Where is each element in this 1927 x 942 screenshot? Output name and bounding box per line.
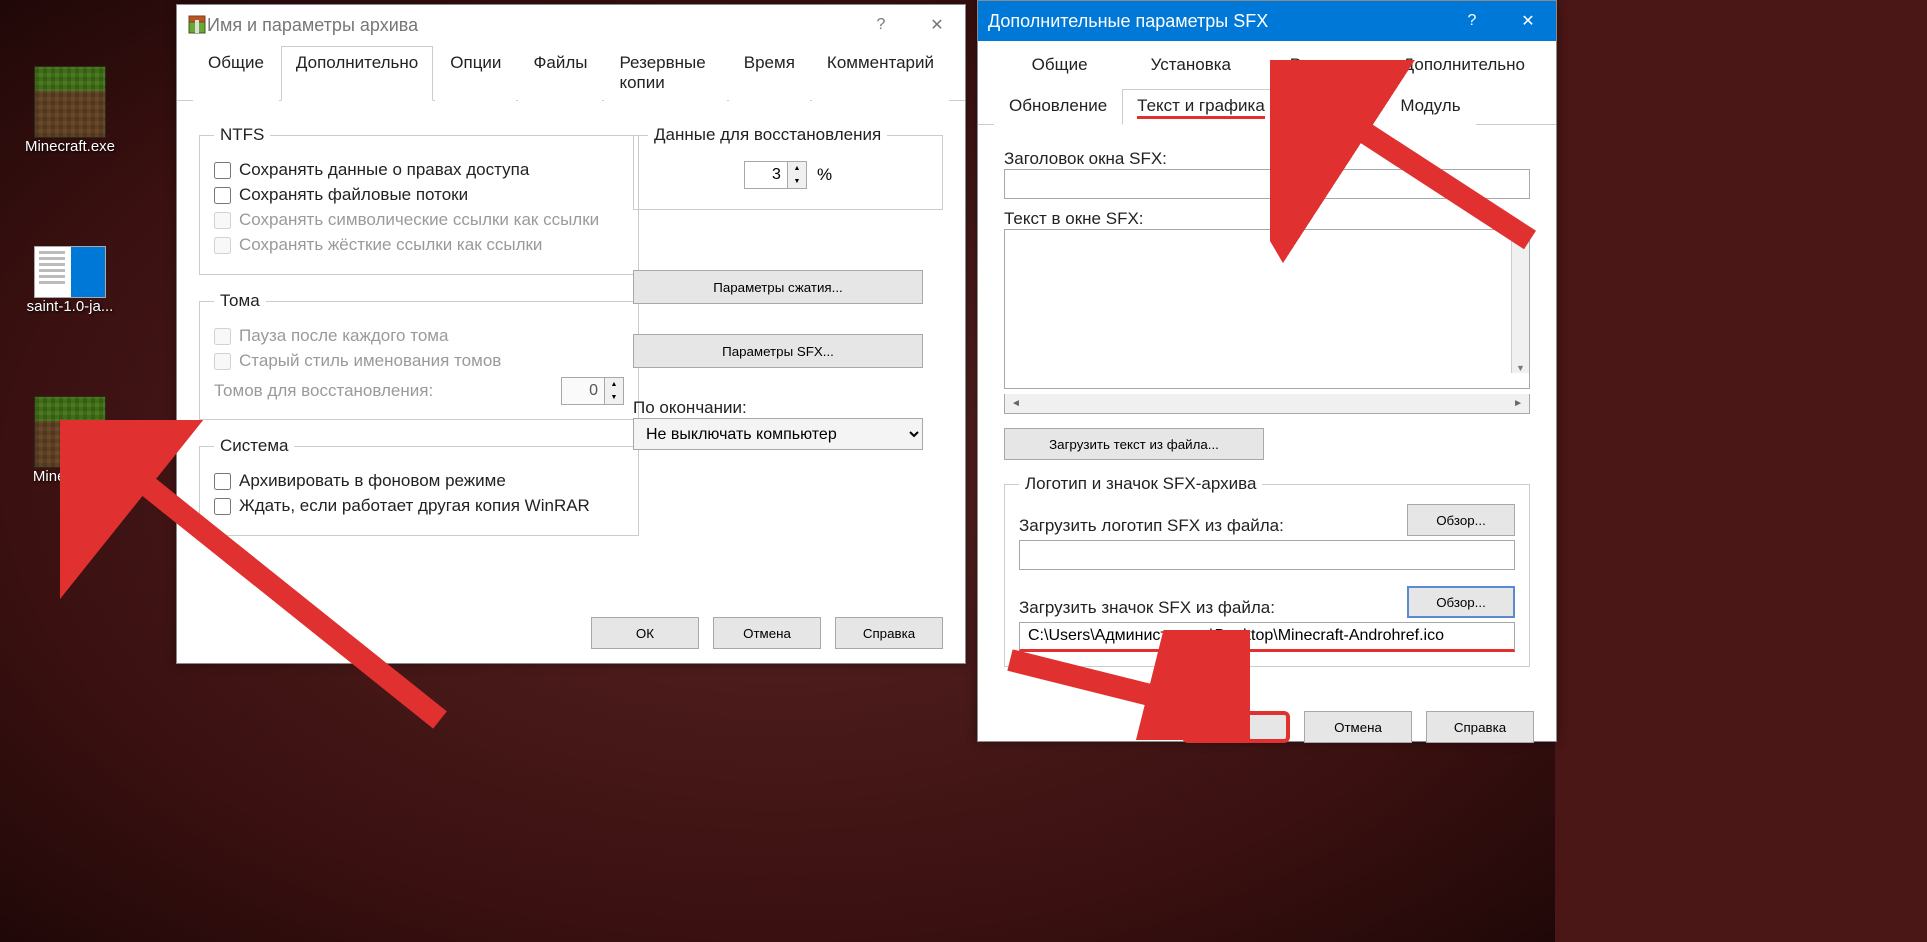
browse-logo-button[interactable]: Обзор... bbox=[1407, 504, 1515, 536]
minecraft-block-icon bbox=[34, 396, 106, 468]
volumes-legend: Тома bbox=[214, 291, 266, 311]
tab-sfx-module[interactable]: Модуль bbox=[1385, 89, 1475, 125]
horizontal-scrollbar[interactable]: ◄► bbox=[1004, 394, 1530, 414]
close-button[interactable]: ✕ bbox=[1500, 1, 1556, 41]
tab-sfx-update[interactable]: Обновление bbox=[994, 89, 1122, 125]
desktop-icon-minecraft-sfx[interactable]: Minecraft... bbox=[10, 396, 130, 485]
tab-time[interactable]: Время bbox=[729, 46, 810, 101]
dialog-footer: ОК Отмена Справка bbox=[177, 603, 965, 663]
close-button[interactable]: ✕ bbox=[909, 5, 965, 45]
desktop-label: saint-1.0-ja... bbox=[27, 298, 114, 315]
chk-save-hardlinks: Сохранять жёсткие ссылки как ссылки bbox=[214, 235, 624, 255]
recovery-volumes-input bbox=[562, 378, 604, 404]
spin-down-icon[interactable]: ▼ bbox=[788, 175, 806, 188]
recovery-group: Данные для восстановления ▲▼ % bbox=[633, 125, 943, 210]
spin-up-icon[interactable]: ▲ bbox=[788, 162, 806, 175]
sfx-title-label: Заголовок окна SFX: bbox=[1004, 149, 1530, 169]
archive-params-window: Имя и параметры архива ? ✕ Общие Дополни… bbox=[176, 4, 966, 664]
chk-old-naming: Старый стиль именования томов bbox=[214, 351, 624, 371]
ok-button[interactable]: ОК bbox=[591, 617, 699, 649]
on-finish-label: По окончании: bbox=[633, 398, 943, 418]
chk-background[interactable]: Архивировать в фоновом режиме bbox=[214, 471, 624, 491]
load-text-button[interactable]: Загрузить текст из файла... bbox=[1004, 428, 1264, 460]
sfx-params-button[interactable]: Параметры SFX... bbox=[633, 334, 923, 368]
tab-advanced[interactable]: Дополнительно bbox=[281, 46, 433, 101]
spin-up-icon: ▲ bbox=[605, 378, 623, 391]
help-button[interactable]: ? bbox=[1444, 1, 1500, 41]
recovery-volumes-spinner: ▲▼ bbox=[561, 377, 624, 405]
system-group: Система Архивировать в фоновом режиме Жд… bbox=[199, 436, 639, 536]
scroll-up-icon[interactable]: ▲ bbox=[1516, 230, 1525, 240]
spin-down-icon: ▼ bbox=[605, 391, 623, 404]
tab-row-1: Общие Установка Режимы Дополнительно bbox=[978, 41, 1556, 82]
desktop-icon-minecraft-exe[interactable]: Minecraft.exe bbox=[10, 66, 130, 155]
logo-icon-group: Логотип и значок SFX-архива Загрузить ло… bbox=[1004, 474, 1530, 667]
logo-icon-legend: Логотип и значок SFX-архива bbox=[1019, 474, 1262, 494]
cancel-button[interactable]: Отмена bbox=[713, 617, 821, 649]
window-title: Дополнительные параметры SFX bbox=[988, 11, 1444, 32]
percent-label: % bbox=[817, 165, 832, 185]
tab-row: Общие Дополнительно Опции Файлы Резервны… bbox=[177, 45, 965, 101]
tab-sfx-license[interactable]: Лицензия bbox=[1280, 89, 1386, 125]
titlebar[interactable]: Имя и параметры архива ? ✕ bbox=[177, 5, 965, 45]
recovery-legend: Данные для восстановления bbox=[648, 125, 887, 145]
chk-pause-each: Пауза после каждого тома bbox=[214, 326, 624, 346]
recovery-percent-input[interactable] bbox=[745, 162, 787, 188]
tab-options[interactable]: Опции bbox=[435, 46, 516, 101]
recovery-volumes-label: Томов для восстановления: bbox=[214, 381, 433, 401]
tab-sfx-general[interactable]: Общие bbox=[994, 48, 1125, 83]
tab-row-2: Обновление Текст и графика Лицензия Моду… bbox=[978, 82, 1556, 125]
load-logo-label: Загрузить логотип SFX из файла: bbox=[1019, 516, 1284, 536]
icon-path-input[interactable] bbox=[1019, 622, 1515, 652]
help-button[interactable]: Справка bbox=[835, 617, 943, 649]
on-finish-select[interactable]: Не выключать компьютер bbox=[633, 418, 923, 450]
desktop-label: Minecraft... bbox=[33, 468, 107, 485]
dialog-footer: ОК Отмена Справка bbox=[978, 697, 1556, 757]
load-icon-label: Загрузить значок SFX из файла: bbox=[1019, 598, 1275, 618]
tab-sfx-advanced[interactable]: Дополнительно bbox=[1388, 48, 1540, 83]
tab-general[interactable]: Общие bbox=[193, 46, 279, 101]
titlebar[interactable]: Дополнительные параметры SFX ? ✕ bbox=[978, 1, 1556, 41]
tab-sfx-setup[interactable]: Установка bbox=[1125, 48, 1256, 83]
window-title: Имя и параметры архива bbox=[207, 15, 853, 36]
compression-params-button[interactable]: Параметры сжатия... bbox=[633, 270, 923, 304]
scroll-down-icon[interactable]: ▼ bbox=[1516, 363, 1525, 373]
ntfs-group: NTFS Сохранять данные о правах доступа С… bbox=[199, 125, 639, 275]
chk-save-symlinks: Сохранять символические ссылки как ссылк… bbox=[214, 210, 624, 230]
system-legend: Система bbox=[214, 436, 294, 456]
ntfs-legend: NTFS bbox=[214, 125, 270, 145]
sfx-text-label: Текст в окне SFX: bbox=[1004, 209, 1530, 229]
help-button[interactable]: ? bbox=[853, 5, 909, 45]
sfx-title-input[interactable] bbox=[1004, 169, 1530, 199]
tab-sfx-modes[interactable]: Режимы bbox=[1256, 48, 1387, 83]
browse-icon-button[interactable]: Обзор... bbox=[1407, 586, 1515, 618]
recovery-percent-spinner[interactable]: ▲▼ bbox=[744, 161, 807, 189]
sfx-params-window: Дополнительные параметры SFX ? ✕ Общие У… bbox=[977, 0, 1557, 742]
desktop-label: Minecraft.exe bbox=[25, 138, 115, 155]
tab-comment[interactable]: Комментарий bbox=[812, 46, 949, 101]
chk-save-security[interactable]: Сохранять данные о правах доступа bbox=[214, 160, 624, 180]
minecraft-block-icon bbox=[34, 66, 106, 138]
logo-path-input[interactable] bbox=[1019, 540, 1515, 570]
volumes-group: Тома Пауза после каждого тома Старый сти… bbox=[199, 291, 639, 420]
chk-wait-other[interactable]: Ждать, если работает другая копия WinRAR bbox=[214, 496, 624, 516]
cancel-button[interactable]: Отмена bbox=[1304, 711, 1412, 743]
chk-save-streams[interactable]: Сохранять файловые потоки bbox=[214, 185, 624, 205]
sfx-text-textarea[interactable] bbox=[1004, 229, 1530, 389]
tab-backup[interactable]: Резервные копии bbox=[604, 46, 726, 101]
tab-files[interactable]: Файлы bbox=[518, 46, 602, 101]
document-icon bbox=[34, 246, 106, 298]
tab-sfx-text-graphics[interactable]: Текст и графика bbox=[1122, 89, 1280, 125]
ok-button[interactable]: ОК bbox=[1182, 711, 1290, 743]
desktop-icon-saint-jar[interactable]: saint-1.0-ja... bbox=[10, 246, 130, 315]
help-button[interactable]: Справка bbox=[1426, 711, 1534, 743]
winrar-icon bbox=[187, 15, 207, 35]
